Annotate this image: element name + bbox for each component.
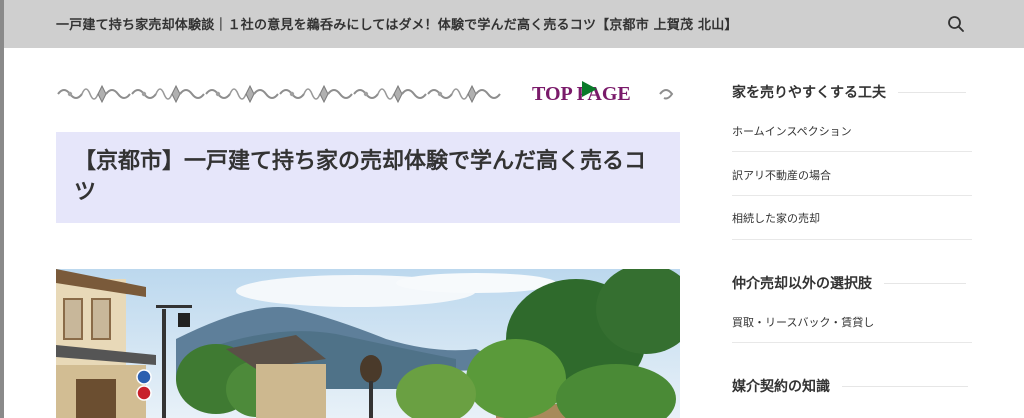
page-title: 【京都市】一戸建て持ち家の売却体験で学んだ高く売るコツ <box>74 149 647 205</box>
widget-title-brokerage-contract: 媒介契約の知識 <box>732 376 968 396</box>
widget-title-alternatives: 仲介売却以外の選択肢 <box>732 273 966 293</box>
page-title-box: 【京都市】一戸建て持ち家の売却体験で学んだ高く売るコツ <box>56 132 680 223</box>
sidebar-link-home-inspection[interactable]: ホームインスペクション <box>732 123 852 139</box>
play-arrow-icon <box>582 81 597 97</box>
sidebar-divider <box>732 195 972 196</box>
sidebar-link-buyback-leaseback[interactable]: 買取・リースバック・賃貸し <box>732 314 874 330</box>
hero-image <box>56 269 680 418</box>
sidebar-link-troubled-property[interactable]: 訳アリ不動産の場合 <box>732 167 831 183</box>
site-header: 一戸建て持ち家売却体験談｜１社の意見を鵜呑みにしてはダメ！体験で学んだ高く売るコ… <box>4 0 1024 48</box>
site-title[interactable]: 一戸建て持ち家売却体験談｜１社の意見を鵜呑みにしてはダメ！体験で学んだ高く売るコ… <box>56 14 738 33</box>
widget-title-rule <box>884 282 966 284</box>
search-icon[interactable] <box>946 14 966 34</box>
sidebar-divider <box>732 151 972 152</box>
widget-title-text: 仲介売却以外の選択肢 <box>732 276 872 292</box>
sidebar-divider <box>732 239 972 240</box>
top-page-link[interactable]: TOP PAGE <box>526 80 680 108</box>
sidebar-link-inherited-house[interactable]: 相続した家の売却 <box>732 210 820 226</box>
top-page-banner: TOP PAGE <box>56 78 680 110</box>
widget-title-text: 家を売りやすくする工夫 <box>732 85 886 101</box>
window-left-edge <box>0 0 4 418</box>
widget-title-house-selling-tips: 家を売りやすくする工夫 <box>732 82 966 102</box>
widget-title-rule <box>842 385 968 387</box>
widget-title-text: 媒介契約の知識 <box>732 379 830 395</box>
sidebar-divider <box>732 342 972 343</box>
widget-title-rule <box>898 91 966 93</box>
